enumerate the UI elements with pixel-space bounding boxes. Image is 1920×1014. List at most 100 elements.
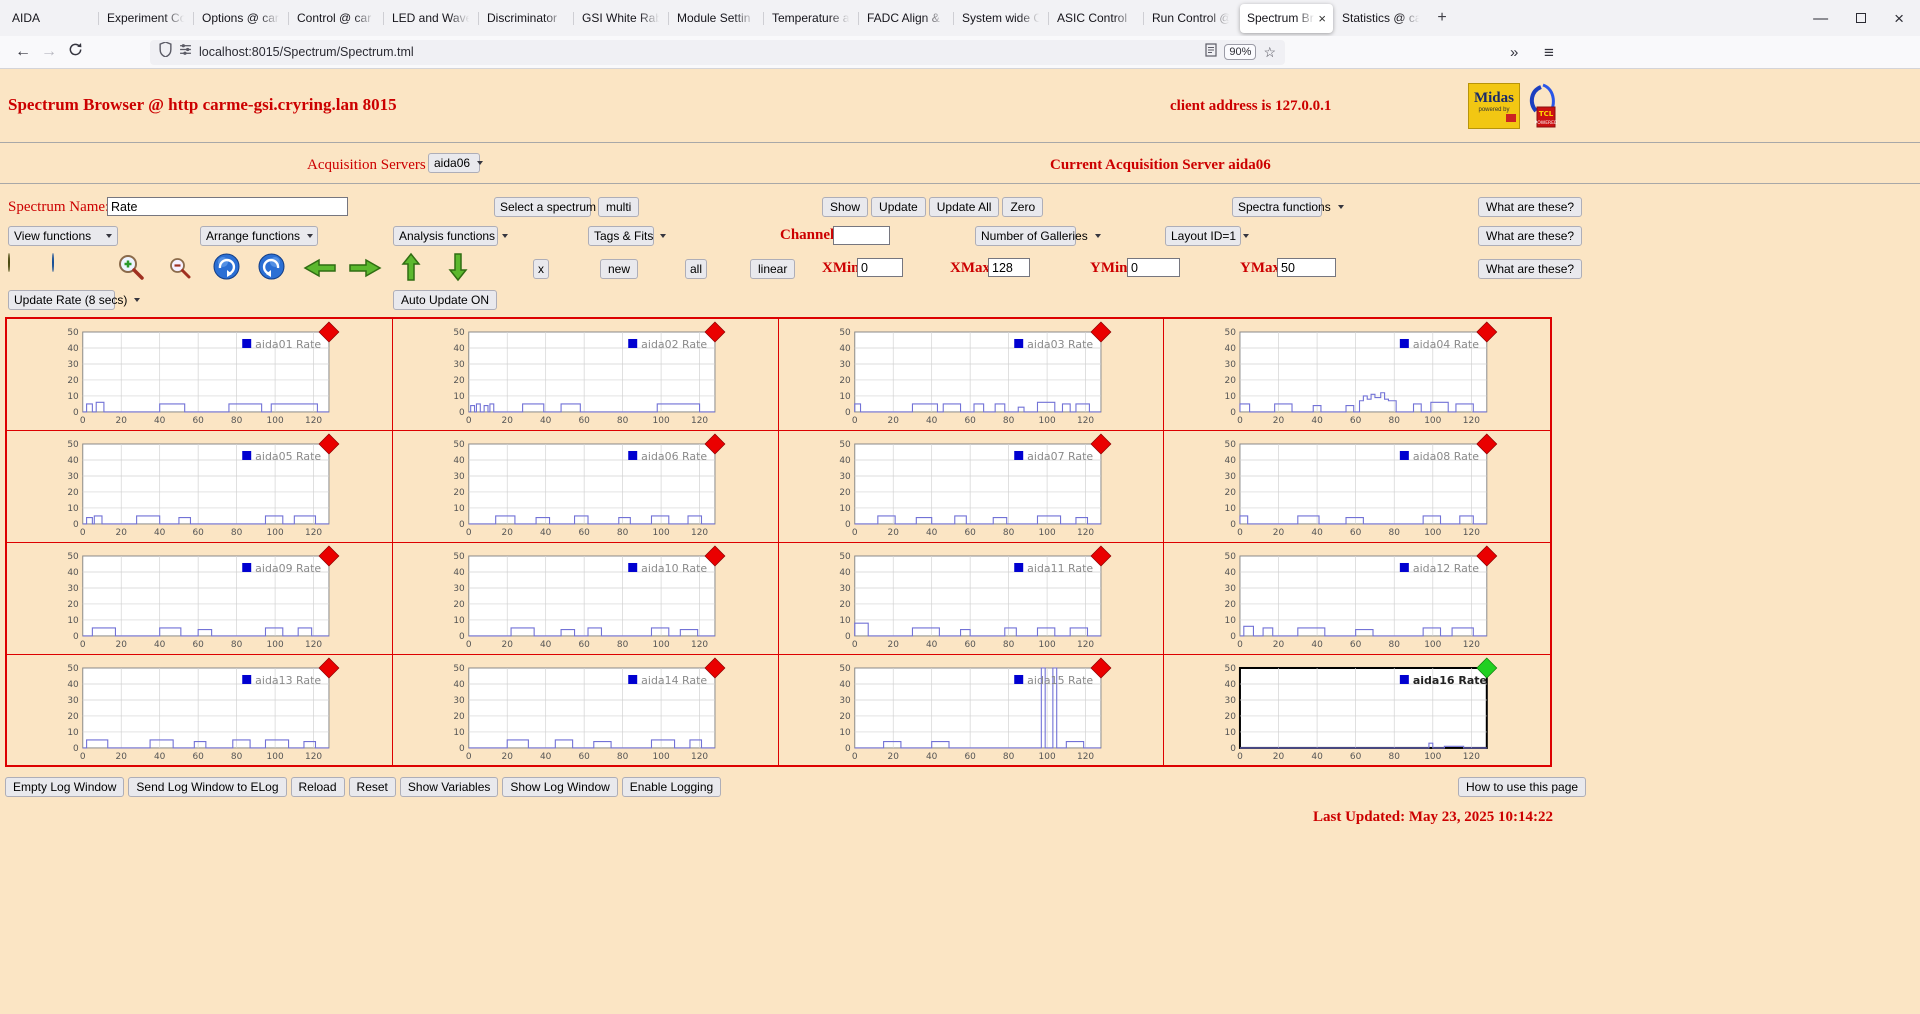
- all-button[interactable]: all: [685, 259, 707, 279]
- shield-icon[interactable]: [159, 42, 172, 62]
- analysis-functions-dropdown[interactable]: Analysis functions: [393, 226, 498, 246]
- spectrum-plot-cell[interactable]: 01020304050020406080100120aida06 Rate: [393, 431, 779, 543]
- svg-text:100: 100: [652, 640, 669, 650]
- arrow-left-icon[interactable]: [303, 257, 337, 284]
- browser-tab[interactable]: Experiment Co: [100, 4, 193, 33]
- spectrum-plot-cell[interactable]: 01020304050020406080100120aida13 Rate: [7, 655, 393, 766]
- url-bar[interactable]: localhost:8015/Spectrum/Spectrum.tml 90%…: [150, 40, 1285, 65]
- reader-mode-icon[interactable]: [1205, 43, 1217, 62]
- spectrum-plot-cell[interactable]: 01020304050020406080100120aida05 Rate: [7, 431, 393, 543]
- spectrum-plot-cell[interactable]: 01020304050020406080100120aida11 Rate: [779, 543, 1165, 655]
- arrow-up-icon[interactable]: [400, 252, 422, 287]
- spectrum-plot-cell[interactable]: 01020304050020406080100120aida12 Rate: [1164, 543, 1550, 655]
- browser-tab[interactable]: FADC Align &: [860, 4, 953, 33]
- browser-tab[interactable]: GSI White Rab: [575, 4, 668, 33]
- browser-tab[interactable]: System wide C: [955, 4, 1048, 33]
- acquisition-server-select[interactable]: aida06: [428, 153, 480, 173]
- channel-input[interactable]: [833, 226, 890, 245]
- what-are-these-button[interactable]: What are these?: [1478, 197, 1582, 217]
- number-of-galleries-dropdown[interactable]: Number of Galleries: [975, 226, 1076, 246]
- spectrum-plot-cell[interactable]: 01020304050020406080100120aida02 Rate: [393, 319, 779, 431]
- view-functions-dropdown[interactable]: View functions: [8, 226, 118, 246]
- gallery-prev-icon[interactable]: [213, 253, 240, 285]
- browser-tab[interactable]: Options @ car: [195, 4, 288, 33]
- browser-tab[interactable]: Module Settin: [670, 4, 763, 33]
- radiation-icon[interactable]: [8, 254, 10, 272]
- browser-tab[interactable]: ASIC Control: [1050, 4, 1143, 33]
- new-tab-button[interactable]: +: [1429, 5, 1455, 31]
- ymax-input[interactable]: [1277, 258, 1336, 277]
- select-spectrum-dropdown[interactable]: Select a spectrum: [494, 197, 591, 217]
- svg-text:40: 40: [540, 416, 552, 426]
- update-button[interactable]: Update: [871, 197, 926, 217]
- spectrum-plot-cell[interactable]: 01020304050020406080100120aida09 Rate: [7, 543, 393, 655]
- xmax-input[interactable]: [988, 258, 1030, 277]
- tags-fits-dropdown[interactable]: Tags & Fits: [588, 226, 654, 246]
- what-are-these-button[interactable]: What are these?: [1478, 226, 1582, 246]
- overflow-menu-icon[interactable]: »: [1510, 36, 1518, 69]
- tab-close-icon[interactable]: ×: [1318, 11, 1326, 26]
- log-button[interactable]: Show Log Window: [502, 777, 617, 797]
- log-button[interactable]: Show Variables: [400, 777, 499, 797]
- arrow-down-icon[interactable]: [447, 252, 469, 287]
- spectrum-plot-cell[interactable]: 01020304050020406080100120aida15 Rate: [779, 655, 1165, 766]
- spectrum-plot-cell[interactable]: 01020304050020406080100120aida01 Rate: [7, 319, 393, 431]
- log-button[interactable]: Send Log Window to ELog: [128, 777, 286, 797]
- browser-tab[interactable]: Control @ car: [290, 4, 383, 33]
- log-button[interactable]: Enable Logging: [622, 777, 721, 797]
- minimize-icon[interactable]: —: [1813, 11, 1828, 26]
- browser-tab[interactable]: Spectrum Br×: [1240, 4, 1333, 33]
- ymin-input[interactable]: [1127, 258, 1180, 277]
- hamburger-menu-icon[interactable]: ≡: [1544, 36, 1554, 69]
- spectrum-plot-cell[interactable]: 01020304050020406080100120aida08 Rate: [1164, 431, 1550, 543]
- new-button[interactable]: new: [600, 259, 638, 279]
- multi-button[interactable]: multi: [598, 197, 639, 217]
- layout-id-dropdown[interactable]: Layout ID=1: [1165, 226, 1241, 246]
- zero-button[interactable]: Zero: [1002, 197, 1043, 217]
- tcl-powered-logo[interactable]: TCL POWERED: [1527, 83, 1557, 129]
- svg-text:60: 60: [578, 416, 590, 426]
- arrange-functions-dropdown[interactable]: Arrange functions: [200, 226, 318, 246]
- spectrum-name-input[interactable]: [107, 197, 348, 216]
- maximize-icon[interactable]: [1856, 13, 1866, 23]
- zoom-in-icon[interactable]: [116, 252, 146, 287]
- browser-tab[interactable]: Run Control @: [1145, 4, 1238, 33]
- spectrum-plot-cell[interactable]: 01020304050020406080100120aida10 Rate: [393, 543, 779, 655]
- spectra-functions-dropdown[interactable]: Spectra functions: [1232, 197, 1322, 217]
- browser-tab[interactable]: AIDA: [5, 4, 98, 33]
- update-rate-dropdown[interactable]: Update Rate (8 secs): [8, 290, 115, 310]
- browser-tab[interactable]: Temperature a: [765, 4, 858, 33]
- xmin-input[interactable]: [857, 258, 903, 277]
- water-icon[interactable]: [52, 254, 54, 272]
- zoom-out-icon[interactable]: [168, 256, 192, 285]
- gallery-next-icon[interactable]: [258, 253, 285, 285]
- back-icon[interactable]: ←: [10, 43, 36, 61]
- zoom-level-badge[interactable]: 90%: [1224, 44, 1256, 60]
- update-all-button[interactable]: Update All: [929, 197, 1000, 217]
- site-settings-icon[interactable]: [179, 43, 192, 61]
- arrow-right-icon[interactable]: [348, 257, 382, 284]
- help-button[interactable]: How to use this page: [1458, 777, 1586, 797]
- log-button[interactable]: Empty Log Window: [5, 777, 124, 797]
- linear-button[interactable]: linear: [750, 259, 795, 279]
- spectrum-plot: 01020304050020406080100120aida07 Rate: [779, 431, 1164, 542]
- bookmark-star-icon[interactable]: ☆: [1263, 44, 1276, 61]
- log-button[interactable]: Reload: [291, 777, 345, 797]
- close-icon[interactable]: ×: [1894, 10, 1904, 27]
- spectrum-plot-cell[interactable]: 01020304050020406080100120aida03 Rate: [779, 319, 1165, 431]
- midas-logo[interactable]: Midas powered by: [1468, 83, 1520, 129]
- x-button[interactable]: x: [533, 259, 549, 279]
- what-are-these-button[interactable]: What are these?: [1478, 259, 1582, 279]
- browser-tab[interactable]: Statistics @ ca: [1335, 4, 1428, 33]
- spectrum-plot-cell[interactable]: 01020304050020406080100120aida16 Rate: [1164, 655, 1550, 766]
- spectrum-plot-cell[interactable]: 01020304050020406080100120aida14 Rate: [393, 655, 779, 766]
- reload-icon[interactable]: [62, 42, 88, 62]
- spectrum-plot-cell[interactable]: 01020304050020406080100120aida04 Rate: [1164, 319, 1550, 431]
- browser-tab[interactable]: LED and Wave: [385, 4, 478, 33]
- spectrum-plot-cell[interactable]: 01020304050020406080100120aida07 Rate: [779, 431, 1165, 543]
- auto-update-button[interactable]: Auto Update ON: [393, 290, 497, 310]
- forward-icon[interactable]: →: [36, 43, 62, 61]
- log-button[interactable]: Reset: [349, 777, 396, 797]
- browser-tab[interactable]: Discriminator: [480, 4, 573, 33]
- show-button[interactable]: Show: [822, 197, 868, 217]
